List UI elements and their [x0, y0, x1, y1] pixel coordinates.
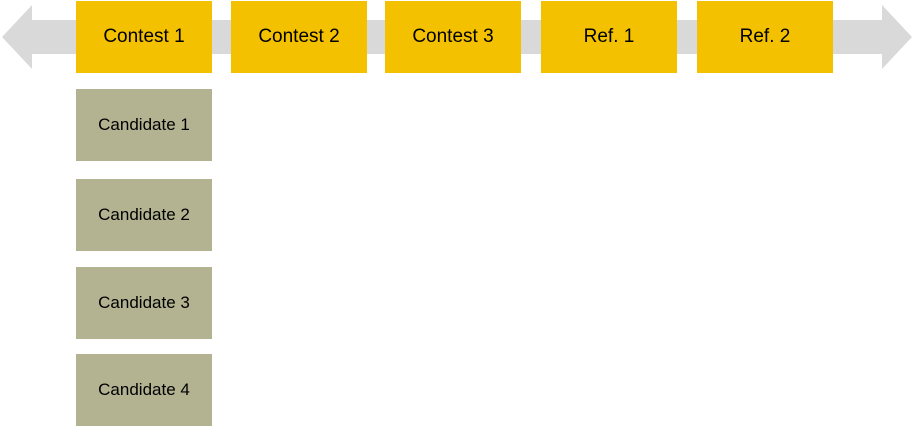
- referendum-box-2: Ref. 2: [697, 1, 833, 73]
- contest-box-3: Contest 3: [385, 1, 521, 73]
- candidate-label-4: Candidate 4: [98, 380, 190, 399]
- candidate-box-4: Candidate 4: [76, 354, 212, 426]
- candidate-box-1: Candidate 1: [76, 89, 212, 161]
- contest-label-2: Contest 2: [258, 26, 340, 47]
- contest-box-1: Contest 1: [76, 1, 212, 73]
- referendum-label-2: Ref. 2: [739, 26, 791, 47]
- candidate-label-1: Candidate 1: [98, 115, 190, 134]
- candidate-label-3: Candidate 3: [98, 293, 190, 312]
- candidate-box-2: Candidate 2: [76, 179, 212, 251]
- contest-box-2: Contest 2: [231, 1, 367, 73]
- contest-label-1: Contest 1: [103, 26, 185, 47]
- referendum-box-1: Ref. 1: [541, 1, 677, 73]
- referendum-label-1: Ref. 1: [583, 26, 635, 47]
- contest-label-3: Contest 3: [412, 26, 494, 47]
- candidate-label-2: Candidate 2: [98, 205, 190, 224]
- candidate-box-3: Candidate 3: [76, 267, 212, 339]
